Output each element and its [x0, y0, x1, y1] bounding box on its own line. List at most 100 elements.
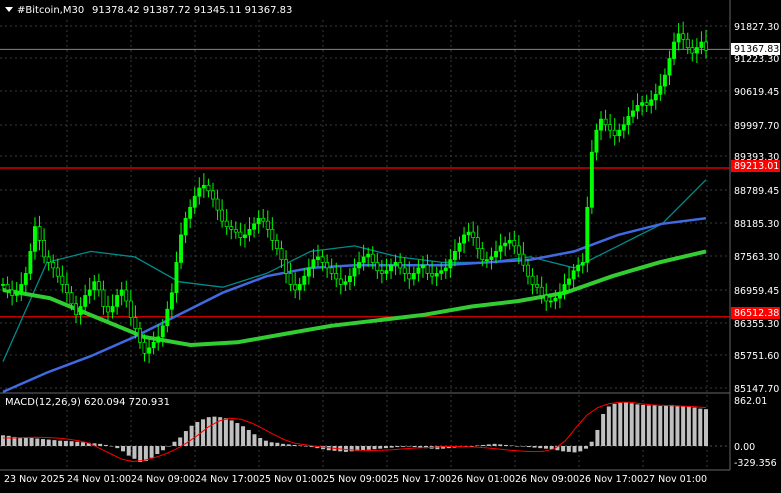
- macd-histogram-bar: [646, 405, 651, 446]
- candle-bear: [64, 284, 69, 294]
- macd-histogram-bar: [658, 405, 663, 446]
- macd-histogram-bar: [138, 446, 143, 463]
- candle-bull: [653, 94, 658, 101]
- candle-bear: [74, 303, 78, 316]
- macd-label: MACD(12,26,9) 620.094 720.931: [5, 397, 170, 408]
- candle-bull: [507, 240, 512, 244]
- candle-bull: [179, 234, 183, 263]
- macd-histogram-bar: [52, 440, 57, 446]
- price-tick: 85751.60: [734, 351, 779, 362]
- candle-bull: [252, 223, 257, 230]
- candle-bull: [151, 341, 156, 349]
- candle-bear: [544, 295, 549, 302]
- candle-bull: [87, 289, 92, 296]
- macd-histogram-bar: [572, 446, 577, 453]
- candle-bear: [430, 273, 435, 277]
- macd-histogram-bar: [366, 446, 371, 450]
- macd-histogram-bar: [121, 446, 126, 452]
- time-tick: 27 Nov 01:00: [643, 474, 707, 485]
- candle-bull: [83, 295, 88, 307]
- macd-histogram-bar: [566, 446, 571, 452]
- macd-histogram-bar: [46, 439, 51, 446]
- candle-bear: [539, 286, 544, 296]
- candle-bull: [557, 292, 562, 299]
- candle-bear: [238, 231, 243, 238]
- candle-bull: [33, 226, 37, 252]
- macd-histogram-bar: [63, 440, 68, 446]
- candle-bull: [247, 229, 252, 236]
- candle-bear: [220, 209, 225, 222]
- macd-histogram-bar: [515, 446, 520, 447]
- candle-bear: [644, 102, 649, 106]
- candle-bull: [389, 264, 393, 272]
- candle-bull: [462, 234, 467, 244]
- candle-bear: [233, 229, 238, 233]
- candle-bull: [658, 85, 663, 95]
- candle-bear: [338, 278, 343, 285]
- macd-histogram-bar: [161, 446, 166, 451]
- candle-bull: [494, 251, 498, 258]
- macd-histogram-bar: [223, 418, 228, 446]
- candle-bull: [676, 33, 681, 43]
- macd-histogram-bar: [486, 444, 491, 446]
- candle-bull: [302, 275, 307, 285]
- time-axis[interactable]: 23 Nov 2025 24 Nov 01:00 24 Nov 09:00 24…: [4, 474, 707, 485]
- time-tick: 25 Nov 17:00: [387, 474, 451, 485]
- macd-histogram-bar: [35, 438, 40, 446]
- candle-bear: [690, 47, 695, 54]
- candle-bear: [471, 231, 476, 238]
- macd-histogram-bar: [475, 445, 480, 446]
- chart-canvas[interactable]: #Bitcoin,M30 91378.42 91387.72 91345.11 …: [0, 0, 781, 489]
- macd-histogram-bar: [669, 404, 674, 446]
- candle-bull: [165, 308, 170, 327]
- candle-bull: [188, 206, 193, 219]
- macd-histogram-bar: [263, 440, 268, 446]
- time-tick: 24 Nov 17:00: [195, 474, 259, 485]
- macd-histogram-bar: [663, 405, 668, 446]
- candle-bull: [457, 242, 462, 252]
- macd-histogram-bar: [509, 445, 514, 446]
- candle-bull: [316, 256, 320, 261]
- candle-bear: [425, 264, 430, 274]
- macd-histogram-bar: [269, 442, 274, 446]
- candle-bear: [60, 275, 65, 285]
- candle-bull: [571, 270, 576, 280]
- candle-bull: [28, 251, 33, 274]
- macd-histogram-bar: [583, 446, 588, 449]
- macd-histogram-bar: [623, 402, 628, 446]
- macd-histogram-bar: [298, 445, 303, 446]
- macd-histogram-bar: [498, 444, 503, 446]
- time-tick: 25 Nov 09:00: [323, 474, 387, 485]
- candle-bear: [685, 38, 690, 48]
- trading-chart[interactable]: #Bitcoin,M30 91378.42 91387.72 91345.11 …: [0, 0, 781, 489]
- candle-bull: [361, 256, 366, 263]
- chart-symbol: #Bitcoin,M30: [17, 5, 84, 16]
- price-tick: 88789.45: [734, 186, 779, 197]
- candle-bear: [398, 262, 403, 269]
- candle-bull: [23, 273, 28, 285]
- candle-bear: [375, 262, 380, 272]
- macd-histogram-bar: [303, 446, 308, 447]
- macd-histogram-bar: [618, 402, 623, 446]
- candle-bear: [265, 220, 270, 230]
- candle-bull: [201, 184, 206, 189]
- candle-bull: [631, 110, 635, 117]
- candle-bear: [608, 124, 613, 131]
- candle-bear: [320, 256, 325, 263]
- macd-histogram-bar: [69, 441, 74, 446]
- candle-bull: [626, 116, 631, 126]
- candle-bear: [133, 317, 138, 329]
- candle-bear: [379, 270, 384, 274]
- candle-bull: [411, 273, 416, 280]
- candle-bear: [101, 289, 106, 307]
- candle-bear: [42, 240, 47, 258]
- macd-histogram-bar: [235, 423, 240, 446]
- macd-histogram-bar: [246, 429, 251, 446]
- candle-bull: [256, 217, 261, 225]
- candle-bear: [480, 248, 485, 261]
- candle-bull: [562, 284, 567, 294]
- candle-bear: [5, 284, 10, 291]
- candle-bull: [78, 306, 83, 316]
- time-tick: 23 Nov 2025: [4, 474, 65, 485]
- candle-bear: [96, 281, 101, 291]
